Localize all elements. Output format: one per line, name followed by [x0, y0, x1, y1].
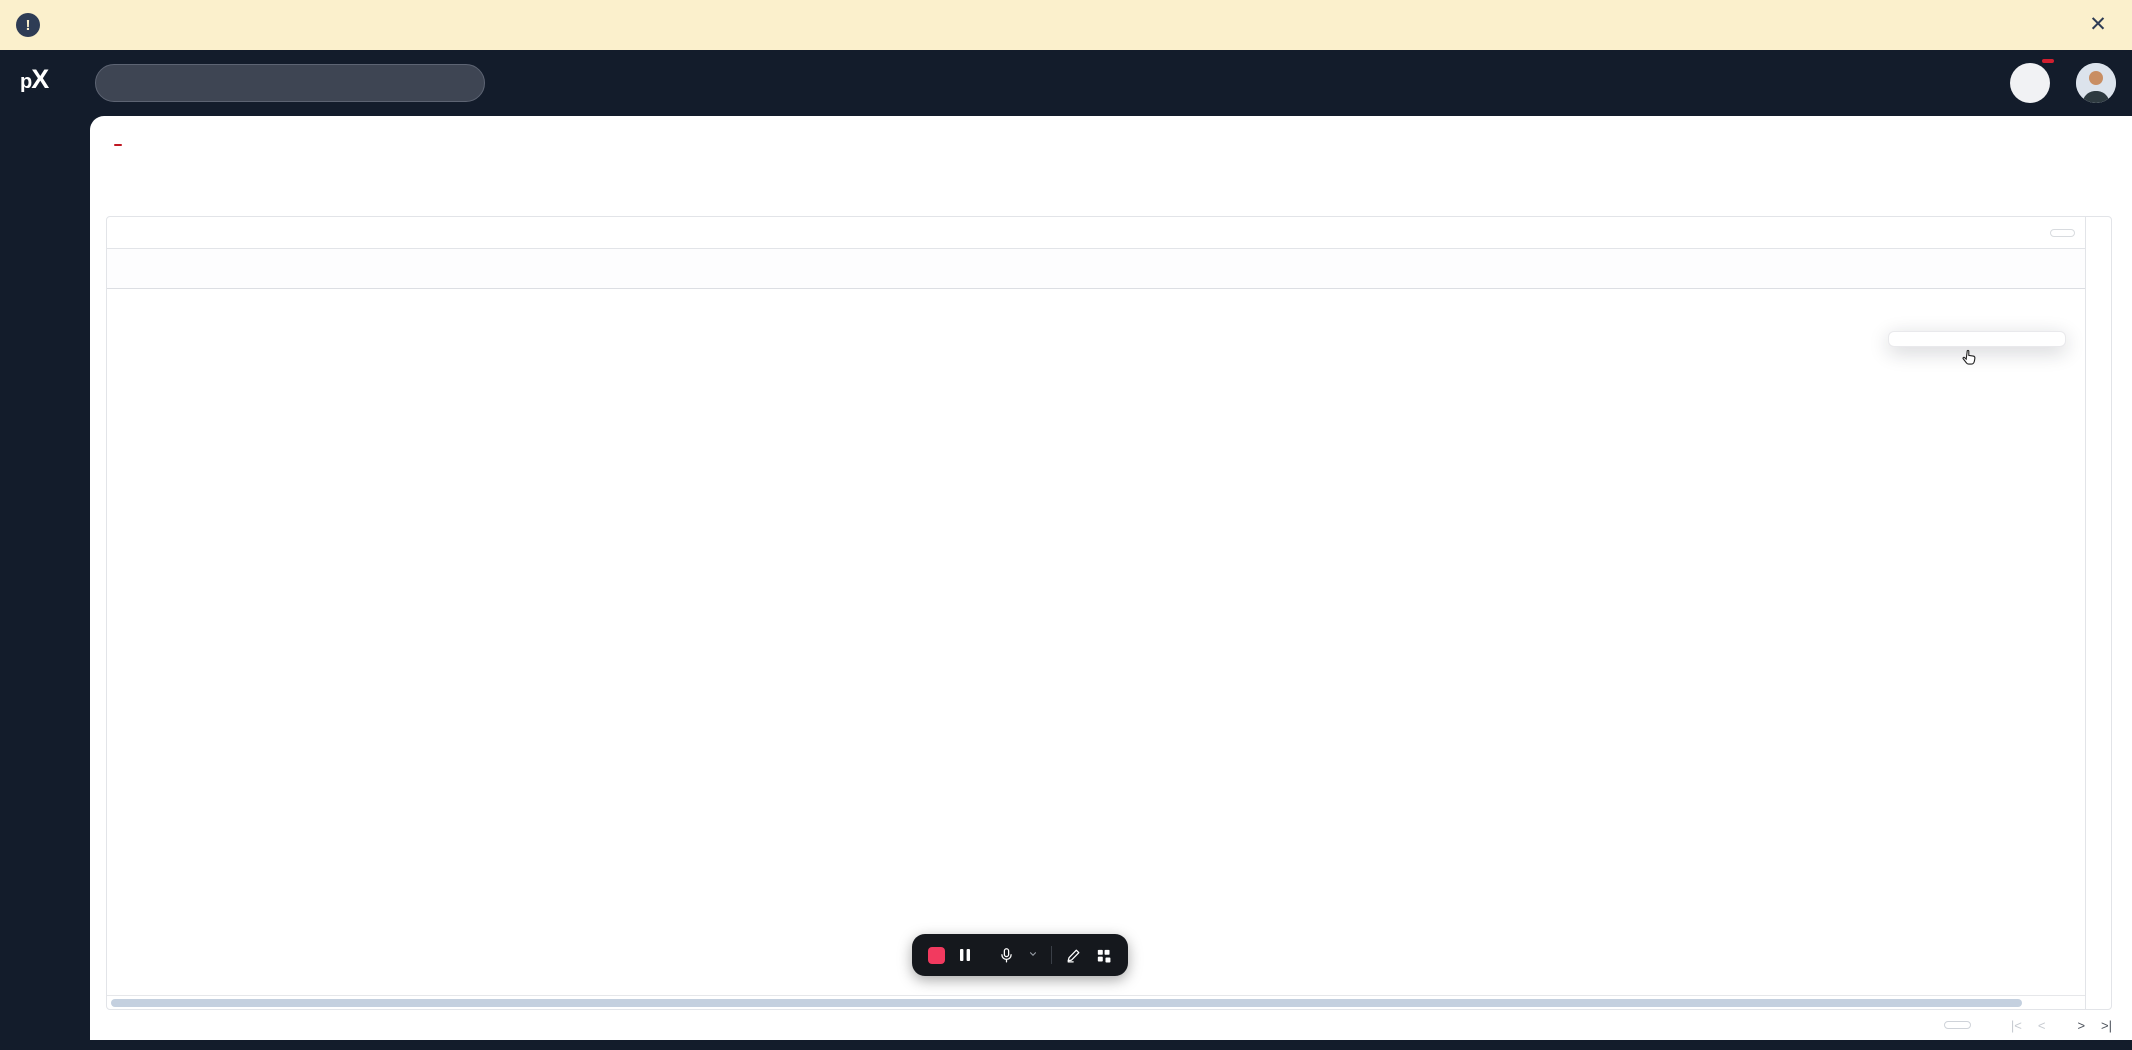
next-page-button[interactable]: > [2077, 1018, 2085, 1033]
prev-page-button[interactable]: < [2038, 1018, 2046, 1033]
grid-side-toolbar [2085, 217, 2111, 1009]
row-actions-menu [1888, 331, 2066, 347]
reset-button[interactable] [2050, 229, 2075, 237]
search-input[interactable] [95, 64, 485, 102]
notification-count-badge [2040, 57, 2056, 65]
row-group-dropzone[interactable] [107, 217, 2085, 249]
main-panel: |< < > >| [90, 116, 2132, 1040]
effects-grid-button[interactable] [1095, 947, 1112, 964]
int-badge [114, 144, 122, 146]
horizontal-scrollbar[interactable] [107, 995, 2085, 1009]
notifications-button[interactable] [2010, 63, 2050, 103]
mouse-cursor-icon [1958, 347, 1978, 374]
pxsol-logo[interactable]: pX [20, 64, 48, 95]
first-page-button[interactable]: |< [2011, 1018, 2022, 1033]
top-bar: pX [0, 50, 2132, 116]
stop-record-button[interactable] [928, 947, 945, 964]
last-page-button[interactable]: >| [2101, 1018, 2112, 1033]
avatar-photo-icon [2076, 63, 2116, 103]
table-footer: |< < > >| [106, 1010, 2112, 1040]
pause-button[interactable] [958, 947, 972, 963]
close-icon[interactable]: ✕ [2086, 13, 2110, 37]
mic-options-chevron-icon[interactable] [1028, 946, 1038, 964]
table-header-row [107, 249, 2085, 289]
mic-button[interactable] [998, 947, 1015, 964]
sidebar [0, 116, 90, 1050]
avatar[interactable] [2076, 63, 2116, 103]
table-body [107, 289, 2085, 995]
page-size-select[interactable] [1944, 1021, 1971, 1029]
draw-pen-button[interactable] [1065, 947, 1082, 964]
alert-icon: ! [16, 13, 40, 37]
screen-recorder-toolbar [912, 934, 1128, 976]
movements-table [106, 216, 2112, 1010]
announcement-banner: ! ✕ [0, 0, 2132, 50]
